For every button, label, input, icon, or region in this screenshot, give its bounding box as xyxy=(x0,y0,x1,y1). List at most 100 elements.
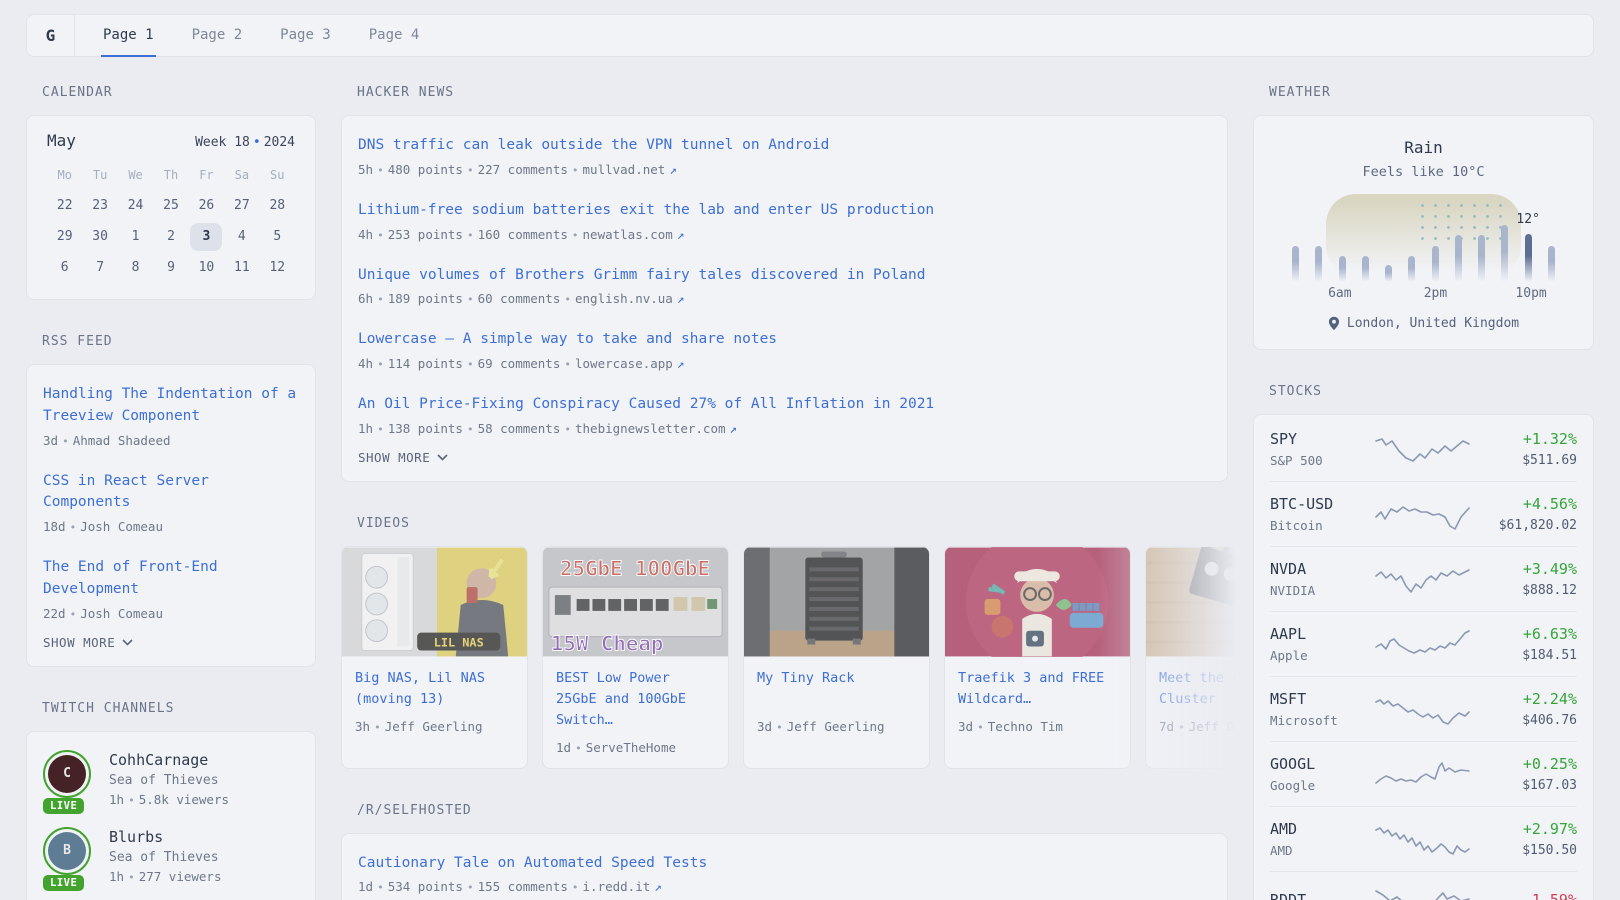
video-thumbnail[interactable]: 25GbE 100GbE 15W Cheap xyxy=(543,547,728,657)
rss-item-title[interactable]: CSS in React Server Components xyxy=(43,471,299,515)
meta-text: 60 comments xyxy=(478,291,561,306)
hackernews-item-meta: 4h•114 points•69 comments•lowercase.app↗ xyxy=(358,356,1211,371)
stock-identity: RDDT xyxy=(1270,891,1374,900)
stock-change-percent: +3.49% xyxy=(1471,560,1577,578)
section-title-calendar: CALENDAR xyxy=(42,85,316,100)
weather-bar xyxy=(1548,246,1555,282)
meta-text: Techno Tim xyxy=(988,719,1063,734)
tab-page-2[interactable]: Page 2 xyxy=(190,15,245,57)
video-thumbnail-art: 25GbE 100GbE 15W Cheap xyxy=(543,547,728,657)
location-pin-icon xyxy=(1328,316,1340,331)
twitch-channel-name[interactable]: Blurbs xyxy=(109,828,221,846)
external-link-arrow-icon: ↗ xyxy=(677,356,685,371)
twitch-section: TWITCH CHANNELS CLIVECohhCarnageSea of T… xyxy=(26,701,316,900)
video-thumbnail[interactable] xyxy=(744,547,929,657)
calendar-week-label: Week 18 xyxy=(195,135,250,150)
video-card[interactable]: LIL NAS Big NAS, Lil NAS (moving 13)3h•J… xyxy=(341,546,528,769)
calendar-days: 222324252627282930123456789101112 xyxy=(47,190,295,283)
hackernews-item-title[interactable]: Unique volumes of Brothers Grimm fairy t… xyxy=(358,265,1211,287)
stock-row[interactable]: RDDT -1.59% xyxy=(1270,871,1577,900)
source-domain: newatlas.com xyxy=(583,227,673,242)
dot-separator: • xyxy=(128,871,135,884)
calendar-day: 8 xyxy=(118,252,153,283)
video-thumbnail[interactable]: LIL NAS xyxy=(342,547,527,657)
weather-time-label: 2pm xyxy=(1424,286,1447,301)
stock-name: S&P 500 xyxy=(1270,453,1374,468)
app-logo[interactable]: G xyxy=(27,15,75,56)
stock-ticker: NVDA xyxy=(1270,560,1374,578)
stock-price: $888.12 xyxy=(1471,583,1577,598)
hackernews-item-title[interactable]: Lithium-free sodium batteries exit the l… xyxy=(358,200,1211,222)
calendar-day: 27 xyxy=(224,190,259,221)
stock-row[interactable]: NVDANVIDIA +3.49% $888.12 xyxy=(1270,546,1577,611)
chevron-down-icon xyxy=(122,639,133,646)
middle-column: HACKER NEWS DNS traffic can leak outside… xyxy=(341,85,1228,900)
rss-item-title[interactable]: Handling The Indentation of a Treeview C… xyxy=(43,384,299,428)
video-card[interactable]: Traefik 3 and FREE Wildcard…3d•Techno Ti… xyxy=(944,546,1131,769)
hackernews-show-more-button[interactable]: SHOW MORE xyxy=(358,450,448,465)
stock-identity: NVDANVIDIA xyxy=(1270,560,1374,598)
calendar-week-row: 293012345 xyxy=(47,221,295,252)
source-domain: english.nv.ua xyxy=(575,291,673,306)
video-card[interactable]: 25GbE 100GbE 15W Cheap BEST Low Power 25… xyxy=(542,546,729,769)
stock-change-percent: +1.32% xyxy=(1471,430,1577,448)
calendar-header: May Week 18•2024 xyxy=(47,131,295,150)
stock-identity: MSFTMicrosoft xyxy=(1270,690,1374,728)
stock-row[interactable]: AMDAMD+2.97%$150.50 xyxy=(1270,806,1577,871)
hackernews-item-title[interactable]: Lowercase – A simple way to take and sha… xyxy=(358,329,1211,351)
stock-sparkline xyxy=(1374,885,1471,900)
twitch-channel-row[interactable]: CLIVECohhCarnageSea of Thieves1h•5.8k vi… xyxy=(43,750,299,807)
video-thumbnail-art xyxy=(945,547,1130,657)
rss-show-more-button[interactable]: SHOW MORE xyxy=(43,635,133,650)
weather-bars: 12° xyxy=(1292,194,1555,298)
rss-list: Handling The Indentation of a Treeview C… xyxy=(43,384,299,621)
stock-row[interactable]: MSFTMicrosoft+2.24%$406.76 xyxy=(1270,676,1577,741)
twitch-channel-name[interactable]: CohhCarnage xyxy=(109,751,229,769)
external-link-arrow-icon: ↗ xyxy=(677,291,685,306)
video-title[interactable]: BEST Low Power 25GbE and 100GbE Switch… xyxy=(556,668,715,731)
stock-price: $511.69 xyxy=(1471,453,1577,468)
svg-text:25GbE 100GbE: 25GbE 100GbE xyxy=(560,556,710,580)
video-title[interactable]: Traefik 3 and FREE Wildcard… xyxy=(958,668,1117,710)
stock-sparkline xyxy=(1374,822,1471,856)
stock-row[interactable]: BTC-USDBitcoin+4.56%$61,820.02 xyxy=(1270,481,1577,546)
calendar-section: CALENDAR May Week 18•2024 MoTuWeThFrSaSu… xyxy=(26,85,316,300)
calendar-day: 24 xyxy=(118,190,153,221)
dot-separator: • xyxy=(70,608,77,621)
calendar-day-number: 22 xyxy=(49,192,81,220)
calendar-day-number: 11 xyxy=(226,254,258,282)
hackernews-item-title[interactable]: DNS traffic can leak outside the VPN tun… xyxy=(358,135,1211,157)
dot-separator: • xyxy=(128,794,135,807)
video-title[interactable]: My Tiny Rack xyxy=(757,668,916,710)
stock-name: Microsoft xyxy=(1270,713,1374,728)
reddit-item-title[interactable]: Cautionary Tale on Automated Speed Tests xyxy=(358,853,1211,875)
video-card[interactable]: My Tiny Rack3d•Jeff Geerling xyxy=(743,546,930,769)
tab-page-1[interactable]: Page 1 xyxy=(101,15,156,57)
dot-separator: • xyxy=(467,293,474,306)
twitch-channel-row[interactable]: BLIVEBlurbsSea of Thieves1h•277 viewers xyxy=(43,827,299,884)
tab-page-3[interactable]: Page 3 xyxy=(278,15,333,57)
dot-separator: • xyxy=(377,164,384,177)
calendar-day-number: 4 xyxy=(226,223,258,251)
calendar-weekday-label: Th xyxy=(153,162,188,190)
video-title[interactable]: Big NAS, Lil NAS (moving 13) xyxy=(355,668,514,710)
meta-text: 7d xyxy=(1159,719,1174,734)
stock-row[interactable]: GOOGLGoogle+0.25%$167.03 xyxy=(1270,741,1577,806)
stock-row[interactable]: SPYS&P 500+1.32%$511.69 xyxy=(1270,417,1577,481)
dot-separator: • xyxy=(564,293,571,306)
tab-page-4[interactable]: Page 4 xyxy=(367,15,422,57)
hackernews-item-title[interactable]: An Oil Price-Fixing Conspiracy Caused 27… xyxy=(358,394,1211,416)
rss-item-title[interactable]: The End of Front-End Development xyxy=(43,557,299,601)
calendar-day: 7 xyxy=(82,252,117,283)
dot-separator: • xyxy=(1178,721,1185,734)
video-thumbnail[interactable] xyxy=(945,547,1130,657)
video-card-body: My Tiny Rack3d•Jeff Geerling xyxy=(744,657,929,747)
meta-text: 58 comments xyxy=(478,421,561,436)
stock-row[interactable]: AAPLApple+6.63%$184.51 xyxy=(1270,611,1577,676)
calendar-day: 26 xyxy=(189,190,224,221)
calendar-weekday-row: MoTuWeThFrSaSu xyxy=(47,162,295,190)
stock-values: -1.59% xyxy=(1471,891,1577,900)
dashboard-page: G Page 1 Page 2 Page 3 Page 4 CALENDAR May … xyxy=(0,0,1620,900)
stock-sparkline xyxy=(1374,497,1471,531)
hackernews-item-meta: 5h•480 points•227 comments•mullvad.net↗ xyxy=(358,162,1211,177)
